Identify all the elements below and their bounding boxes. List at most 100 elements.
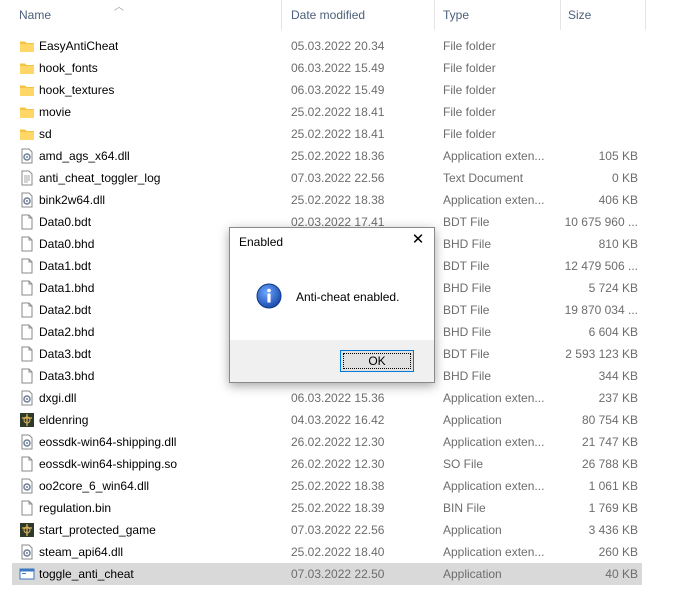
file-icon [19, 280, 35, 296]
dialog-footer: OK [230, 340, 434, 382]
file-name: anti_cheat_toggler_log [39, 171, 161, 185]
file-size: 344 KB [598, 369, 638, 383]
file-icon [19, 258, 35, 274]
file-name: Data3.bhd [39, 369, 95, 383]
file-size: 1 061 KB [588, 479, 638, 493]
file-name: Data0.bhd [39, 237, 95, 251]
file-size: 6 604 KB [588, 325, 638, 339]
file-type: Application exten... [443, 193, 545, 207]
file-size: 40 KB [605, 567, 638, 581]
file-size: 5 724 KB [588, 281, 638, 295]
file-row[interactable]: EasyAntiCheat 05.03.2022 20.34 File folder [12, 35, 642, 57]
file-type: BHD File [443, 325, 492, 339]
file-type: BDT File [443, 347, 490, 361]
file-row[interactable]: steam_api64.dll 25.02.2022 18.40 Applicati… [12, 541, 642, 563]
file-type: Application [443, 567, 502, 581]
file-row[interactable]: eossdk-win64-shipping.dll 26.02.2022 12.3… [12, 431, 642, 453]
file-row[interactable]: anti_cheat_toggler_log 07.03.2022 22.56 Te… [12, 167, 642, 189]
folder-icon [19, 126, 35, 142]
ok-button[interactable]: OK [340, 350, 414, 372]
file-size: 19 870 034 ... [564, 303, 638, 317]
column-header: ︿ Name Date modified Type Size [0, 0, 675, 30]
file-name: Data0.bdt [39, 215, 92, 229]
file-date: 04.03.2022 16.42 [291, 413, 385, 427]
file-size: 10 675 960 ... [564, 215, 638, 229]
column-divider[interactable] [645, 0, 646, 30]
file-name: Data1.bhd [39, 281, 95, 295]
file-type: Application exten... [443, 391, 545, 405]
file-name: eldenring [39, 413, 89, 427]
file-type: Text Document [443, 171, 524, 185]
folder-icon [19, 104, 35, 120]
file-row[interactable]: sd 25.02.2022 18.41 File folder [12, 123, 642, 145]
file-row[interactable]: dxgi.dll 06.03.2022 15.36 Application exte… [12, 387, 642, 409]
file-row[interactable]: eossdk-win64-shipping.so 26.02.2022 12.30… [12, 453, 642, 475]
text-file-icon [19, 170, 35, 186]
dialog-title: Enabled [239, 235, 284, 249]
file-row[interactable]: regulation.bin 25.02.2022 18.39 BIN File 1 … [12, 497, 642, 519]
file-date: 25.02.2022 18.38 [291, 479, 385, 493]
file-name: Data2.bdt [39, 303, 92, 317]
column-size[interactable]: Size [568, 0, 591, 30]
dialog-message: Anti-cheat enabled. [296, 290, 400, 304]
file-type: Application [443, 413, 502, 427]
file-row[interactable]: amd_ags_x64.dll 25.02.2022 18.36 Applicati… [12, 145, 642, 167]
file-date: 26.02.2022 12.30 [291, 457, 385, 471]
file-icon [19, 346, 35, 362]
file-type: BHD File [443, 237, 492, 251]
column-divider[interactable] [560, 0, 561, 30]
file-name: movie [39, 105, 72, 119]
folder-icon [19, 38, 35, 54]
file-date: 25.02.2022 18.39 [291, 501, 385, 515]
column-divider[interactable] [281, 0, 282, 30]
file-date: 25.02.2022 18.41 [291, 105, 385, 119]
file-row[interactable]: oo2core_6_win64.dll 25.02.2022 18.38 Appli… [12, 475, 642, 497]
file-type: BHD File [443, 281, 492, 295]
file-size: 80 754 KB [581, 413, 638, 427]
file-date: 07.03.2022 22.56 [291, 171, 385, 185]
column-date-modified[interactable]: Date modified [291, 0, 365, 30]
file-row[interactable]: bink2w64.dll 25.02.2022 18.38 Application … [12, 189, 642, 211]
dll-icon [19, 478, 35, 494]
file-type: Application exten... [443, 149, 545, 163]
file-type: File folder [443, 61, 496, 75]
file-size: 1 769 KB [588, 501, 638, 515]
file-type: Application [443, 523, 502, 537]
column-type[interactable]: Type [443, 0, 469, 30]
file-date: 25.02.2022 18.38 [291, 193, 385, 207]
file-icon [19, 456, 35, 472]
file-type: File folder [443, 83, 496, 97]
file-name: sd [39, 127, 52, 141]
column-divider[interactable] [434, 0, 435, 30]
file-row[interactable]: movie 25.02.2022 18.41 File folder [12, 101, 642, 123]
file-size: 26 788 KB [581, 457, 638, 471]
file-row[interactable]: hook_fonts 06.03.2022 15.49 File folder [12, 57, 642, 79]
file-name: Data2.bhd [39, 325, 95, 339]
file-name: dxgi.dll [39, 391, 77, 405]
file-icon [19, 324, 35, 340]
file-type: Application exten... [443, 545, 545, 559]
info-icon [256, 283, 282, 309]
file-size: 12 479 506 ... [564, 259, 638, 273]
folder-icon [19, 82, 35, 98]
dll-icon [19, 148, 35, 164]
file-size: 3 436 KB [588, 523, 638, 537]
file-row[interactable]: eldenring 04.03.2022 16.42 Application 80 7… [12, 409, 642, 431]
file-date: 26.02.2022 12.30 [291, 435, 385, 449]
file-name: start_protected_game [39, 523, 156, 537]
file-name: oo2core_6_win64.dll [39, 479, 150, 493]
file-date: 06.03.2022 15.36 [291, 391, 385, 405]
close-icon[interactable]: ✕ [408, 230, 428, 250]
file-type: BDT File [443, 259, 490, 273]
file-type: File folder [443, 127, 496, 141]
file-row[interactable]: toggle_anti_cheat 07.03.2022 22.50 Applica… [12, 563, 642, 585]
column-name[interactable]: Name [19, 0, 51, 30]
file-date: 07.03.2022 22.56 [291, 523, 385, 537]
file-row[interactable]: hook_textures 06.03.2022 15.49 File folder [12, 79, 642, 101]
file-row[interactable]: start_protected_game 07.03.2022 22.56 Appl… [12, 519, 642, 541]
window-app-icon [19, 566, 35, 582]
file-date: 25.02.2022 18.36 [291, 149, 385, 163]
file-size: 260 KB [598, 545, 638, 559]
file-type: BDT File [443, 303, 490, 317]
file-name: steam_api64.dll [39, 545, 124, 559]
